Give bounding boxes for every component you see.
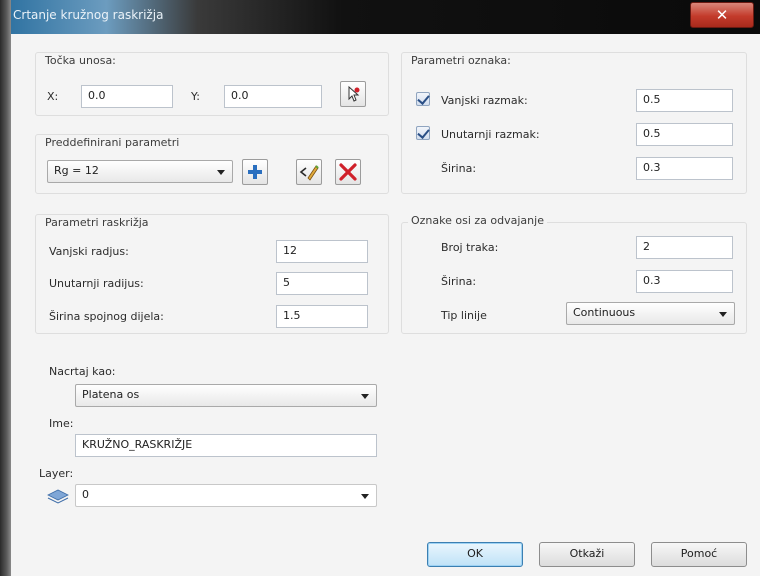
lanes-input[interactable]: 2: [636, 236, 733, 259]
window-title: Crtanje kružnog raskrižja: [13, 8, 164, 22]
linetype-label: Tip linije: [441, 309, 487, 322]
chevron-down-icon: [217, 170, 225, 175]
chevron-down-icon: [719, 312, 727, 317]
linetype-select-value: Continuous: [573, 306, 636, 319]
edit-preset-button[interactable]: [296, 159, 322, 185]
add-preset-button[interactable]: [242, 159, 268, 185]
layer-select-value: 0: [82, 488, 89, 501]
inner-radius-input[interactable]: 5: [276, 272, 368, 295]
presets-select-value: Rg = 12: [54, 164, 99, 177]
dialog-body: Točka unosa: X: 0.0 Y: 0.0 Preddefiniran…: [11, 34, 760, 576]
intersection-legend: Parametri raskrižja: [42, 216, 152, 229]
title-bar[interactable]: Crtanje kružnog raskrižja ✕: [0, 0, 760, 34]
draw-as-select-value: Platena os: [82, 388, 140, 401]
outer-spacing-input[interactable]: 0.5: [636, 89, 733, 112]
outer-spacing-label: Vanjski razmak:: [441, 94, 528, 107]
layer-icon: [47, 489, 69, 504]
pick-point-icon: [348, 85, 360, 102]
close-icon: ✕: [715, 6, 729, 24]
name-input[interactable]: KRUŽNO_RASKRIŽJE: [75, 434, 377, 457]
inner-spacing-checkbox[interactable]: [416, 126, 430, 140]
inner-spacing-input[interactable]: 0.5: [636, 123, 733, 146]
lanes-label: Broj traka:: [441, 241, 499, 254]
draw-as-select[interactable]: Platena os: [75, 384, 377, 407]
ok-button[interactable]: OK: [427, 542, 523, 567]
layer-label: Layer:: [39, 467, 74, 480]
cancel-button[interactable]: Otkaži: [539, 542, 635, 567]
x-input[interactable]: 0.0: [81, 85, 173, 108]
chevron-down-icon: [361, 394, 369, 399]
presets-legend: Preddefinirani parametri: [42, 136, 183, 149]
name-label: Ime:: [49, 417, 74, 430]
insert-point-legend: Točka unosa:: [42, 54, 119, 67]
separator-width-input[interactable]: 0.3: [636, 270, 733, 293]
help-button[interactable]: Pomoć: [651, 542, 747, 567]
connector-width-label: Širina spojnog dijela:: [49, 310, 164, 323]
marking-width-label: Širina:: [441, 162, 477, 175]
inner-radius-label: Unutarnji radijus:: [49, 277, 144, 290]
window-frame: [0, 0, 11, 576]
markings-legend: Parametri oznaka:: [408, 54, 514, 67]
add-icon: [248, 165, 262, 179]
outer-radius-label: Vanjski radjus:: [49, 245, 129, 258]
edit-icon: [299, 165, 319, 181]
connector-width-input[interactable]: 1.5: [276, 305, 368, 328]
marking-width-input[interactable]: 0.3: [636, 157, 733, 180]
separator-width-label: Širina:: [441, 275, 477, 288]
presets-select[interactable]: Rg = 12: [47, 160, 233, 183]
y-label: Y:: [191, 90, 200, 103]
inner-spacing-label: Unutarnji razmak:: [441, 128, 540, 141]
x-label: X:: [47, 90, 59, 103]
y-input[interactable]: 0.0: [224, 85, 322, 108]
close-button[interactable]: ✕: [690, 2, 754, 28]
outer-radius-input[interactable]: 12: [276, 240, 368, 263]
linetype-select[interactable]: Continuous: [566, 302, 735, 325]
dialog-window: Crtanje kružnog raskrižja ✕ Točka unosa:…: [0, 0, 760, 576]
delete-preset-button[interactable]: [335, 159, 361, 185]
draw-as-label: Nacrtaj kao:: [49, 365, 116, 378]
outer-spacing-checkbox[interactable]: [416, 92, 430, 106]
delete-icon: [339, 163, 357, 181]
layer-select[interactable]: 0: [75, 484, 377, 507]
separator-legend: Oznake osi za odvajanje: [408, 214, 547, 227]
chevron-down-icon: [361, 494, 369, 499]
pick-point-button[interactable]: [340, 81, 366, 107]
